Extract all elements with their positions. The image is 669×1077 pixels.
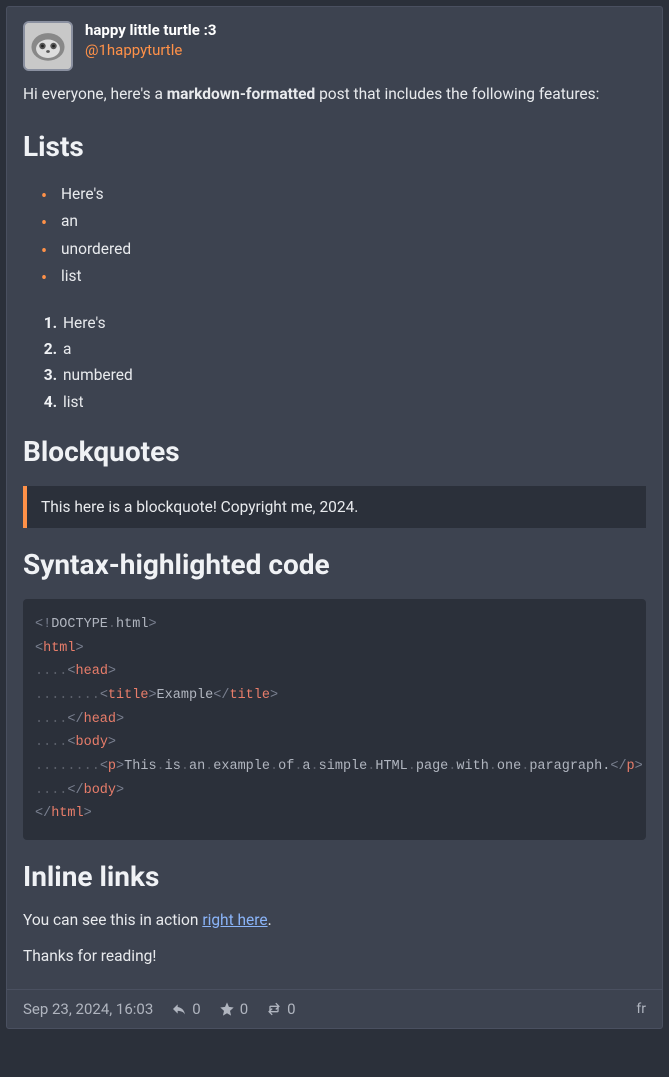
boost-count: 0 bbox=[287, 1000, 295, 1018]
list-item: a bbox=[61, 336, 646, 362]
reply-icon bbox=[171, 1001, 187, 1017]
post-body: Hi everyone, here's a markdown-formatted… bbox=[7, 79, 662, 989]
heading-links: Inline links bbox=[23, 860, 646, 893]
list-item: list bbox=[61, 389, 646, 415]
list-item: list bbox=[41, 263, 646, 290]
avatar[interactable] bbox=[23, 21, 73, 71]
star-icon bbox=[219, 1001, 235, 1017]
blockquote: This here is a blockquote! Copyright me,… bbox=[23, 486, 646, 528]
user-handle[interactable]: @1happyturtle bbox=[85, 41, 216, 59]
intro-paragraph: Hi everyone, here's a markdown-formatted… bbox=[23, 83, 646, 106]
list-item: Here's bbox=[41, 181, 646, 208]
link-paragraph: You can see this in action right here. bbox=[23, 911, 646, 929]
fav-button[interactable]: 0 bbox=[219, 1000, 248, 1018]
link-prefix: You can see this in action bbox=[23, 911, 202, 929]
sloth-avatar-icon bbox=[25, 23, 71, 69]
user-info: happy little turtle :3 @1happyturtle bbox=[85, 21, 216, 59]
language-indicator[interactable]: fr bbox=[636, 1001, 646, 1017]
post-header: happy little turtle :3 @1happyturtle bbox=[7, 7, 662, 79]
boost-icon bbox=[266, 1001, 282, 1017]
heading-code: Syntax-highlighted code bbox=[23, 548, 646, 581]
ordered-list: Here's a numbered list bbox=[23, 310, 646, 415]
heading-lists: Lists bbox=[23, 130, 646, 163]
list-item: an bbox=[41, 208, 646, 235]
post-card: happy little turtle :3 @1happyturtle Hi … bbox=[6, 6, 663, 1029]
intro-prefix: Hi everyone, here's a bbox=[23, 85, 167, 103]
post-footer: Sep 23, 2024, 16:03 0 0 0 fr bbox=[7, 989, 662, 1028]
code-block: <!DOCTYPE.html> <html> ....<head> ......… bbox=[23, 599, 646, 840]
timestamp[interactable]: Sep 23, 2024, 16:03 bbox=[23, 1000, 153, 1018]
fav-count: 0 bbox=[240, 1000, 248, 1018]
reply-count: 0 bbox=[192, 1000, 200, 1018]
intro-bold: markdown-formatted bbox=[167, 85, 315, 103]
boost-button[interactable]: 0 bbox=[266, 1000, 295, 1018]
unordered-list: Here's an unordered list bbox=[23, 181, 646, 290]
inline-link[interactable]: right here bbox=[202, 911, 267, 929]
reply-button[interactable]: 0 bbox=[171, 1000, 200, 1018]
display-name[interactable]: happy little turtle :3 bbox=[85, 21, 216, 39]
intro-suffix: post that includes the following feature… bbox=[315, 85, 599, 103]
thanks-paragraph: Thanks for reading! bbox=[23, 947, 646, 965]
list-item: unordered bbox=[41, 236, 646, 263]
link-suffix: . bbox=[268, 911, 272, 929]
heading-blockquotes: Blockquotes bbox=[23, 435, 646, 468]
list-item: numbered bbox=[61, 362, 646, 388]
list-item: Here's bbox=[61, 310, 646, 336]
